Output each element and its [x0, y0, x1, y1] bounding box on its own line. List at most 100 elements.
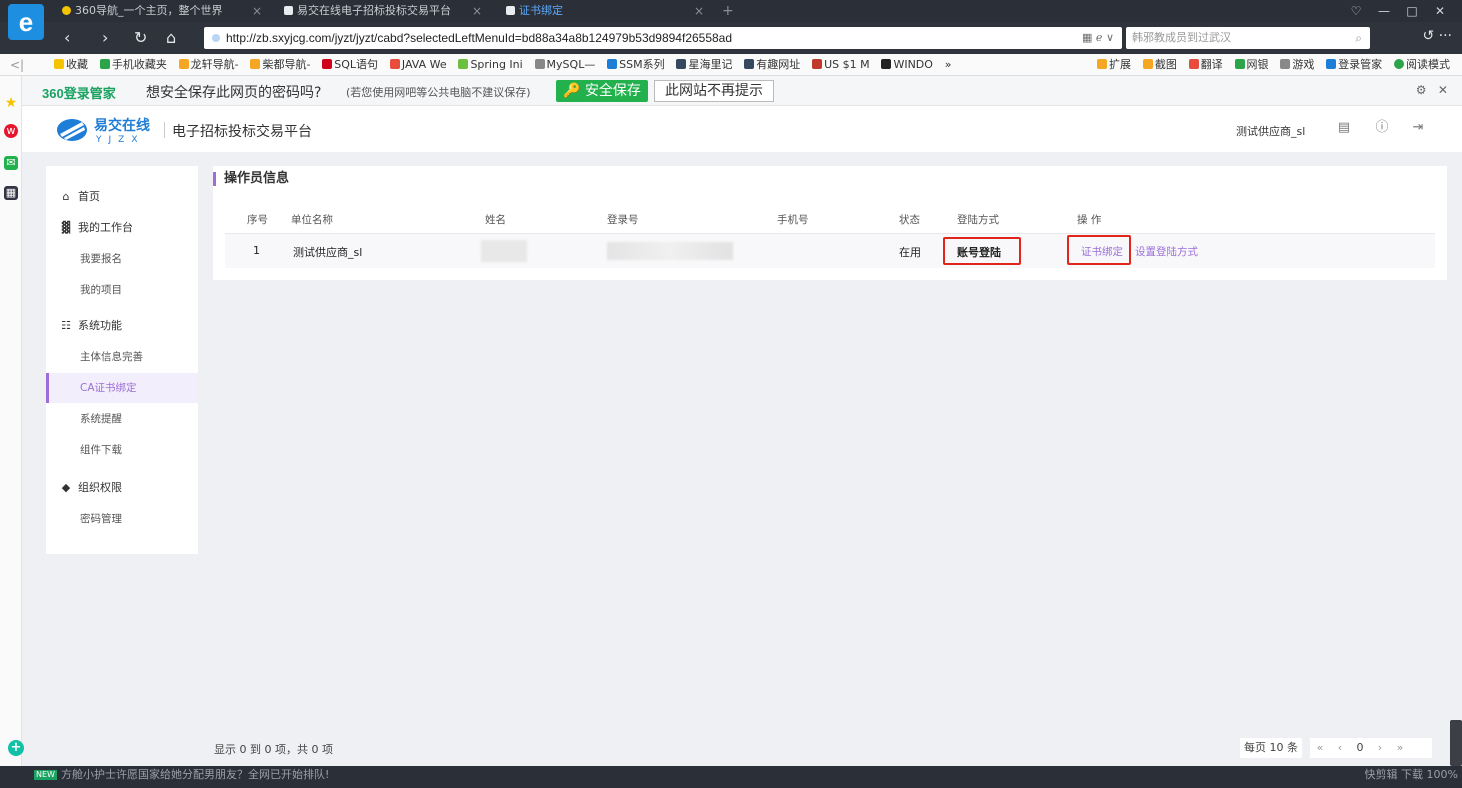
tab-close-icon[interactable]: × — [252, 0, 262, 22]
floating-plus-icon[interactable]: + — [8, 740, 24, 756]
menu-item-workbench[interactable]: ▓ 我的工作台 — [46, 213, 198, 243]
fav-tool[interactable]: 游戏 — [1280, 54, 1314, 75]
close-password-bar-icon[interactable]: ⚙ ✕ — [1416, 83, 1448, 97]
col-status: 状态 — [899, 214, 920, 226]
fav-item[interactable]: Spring Ini — [458, 54, 523, 75]
fav-item[interactable]: MySQL— — [534, 54, 595, 75]
message-icon[interactable]: ▤ — [1336, 120, 1352, 136]
fav-tool[interactable]: 截图 — [1142, 54, 1177, 75]
menu-item-signup[interactable]: 我要报名 — [46, 244, 198, 274]
prev-page-button[interactable]: ‹ — [1330, 738, 1350, 758]
status-tools[interactable]: 快剪辑 下载 100% — [1365, 766, 1458, 784]
help-icon[interactable]: ⓘ — [1374, 120, 1390, 136]
skin-icon[interactable]: ♡ — [1342, 0, 1370, 22]
status-news[interactable]: NEW 方舱小护士许愿国家给她分配男朋友？全网已开始排队! — [34, 766, 329, 784]
home-icon[interactable]: ⌂ — [166, 28, 176, 48]
fav-tool[interactable]: 登录管家 — [1326, 54, 1382, 75]
fav-tool[interactable]: 翻译 — [1188, 54, 1223, 75]
browser-logo-icon[interactable]: e — [8, 4, 44, 40]
current-page[interactable]: 0 — [1350, 738, 1370, 758]
page-nav: «‹ 0 ›» — [1310, 738, 1432, 758]
fav-tool[interactable]: 网银 — [1234, 54, 1269, 75]
col-login: 登录号 — [607, 214, 639, 226]
first-page-button[interactable]: « — [1310, 738, 1330, 758]
current-user[interactable]: 测试供应商_sl — [1236, 123, 1305, 139]
back-icon[interactable]: ‹ — [64, 28, 70, 48]
fav-item[interactable]: 手机收藏夹 — [99, 54, 167, 75]
menu-item-password[interactable]: 密码管理 — [46, 504, 198, 534]
browser-tab[interactable]: 360导航_一个主页，整个世界 — [50, 0, 268, 22]
next-page-button[interactable]: › — [1370, 738, 1390, 758]
fav-item[interactable]: 龙轩导航- — [178, 54, 239, 75]
menu-item-org-perm[interactable]: ◆ 组织权限 — [46, 473, 198, 503]
fav-item[interactable]: JAVA We — [389, 54, 447, 75]
fav-item[interactable]: 收藏 — [54, 54, 88, 75]
tab-title: 360导航_一个主页，整个世界 — [75, 4, 223, 17]
set-login-method-link[interactable]: 设置登陆方式 — [1135, 244, 1198, 259]
col-login-method: 登陆方式 — [957, 214, 999, 226]
weibo-icon[interactable]: w — [4, 124, 18, 138]
col-actions: 操 作 — [1077, 214, 1102, 226]
mail-icon[interactable]: ✉ — [4, 156, 18, 170]
fav-item[interactable]: US $1 M — [812, 54, 870, 75]
logout-icon[interactable]: ⇥ — [1410, 120, 1426, 136]
tab-favicon-icon — [284, 6, 293, 15]
close-window-icon[interactable]: ✕ — [1426, 0, 1454, 22]
menu-item-entity-info[interactable]: 主体信息完善 — [46, 342, 198, 372]
menu-item-ca-bind[interactable]: CA证书绑定 — [46, 373, 198, 403]
page-size-select[interactable]: 每页 10 条 — [1240, 738, 1302, 758]
tab-close-icon[interactable]: × — [694, 0, 704, 22]
fav-item[interactable]: 有趣网址 — [744, 54, 800, 75]
cell-index: 1 — [253, 244, 260, 257]
never-remind-button[interactable]: 此网站不再提示 — [654, 80, 774, 102]
cert-bind-link[interactable]: 证书绑定 — [1081, 244, 1123, 259]
forward-icon[interactable]: › — [102, 28, 108, 48]
header-divider — [164, 122, 165, 138]
search-input[interactable]: 韩邪教成员到过武汉 ⌕ — [1126, 27, 1370, 49]
url-text: http://zb.sxyjcg.com/jyzt/jyzt/cabd?sele… — [226, 31, 733, 45]
refresh-icon[interactable]: ↻ — [134, 28, 147, 48]
collapse-icon[interactable]: <| — [10, 54, 24, 75]
last-page-button[interactable]: » — [1390, 738, 1410, 758]
workbench-icon: ▓ — [61, 221, 71, 234]
fav-more[interactable]: » — [945, 54, 952, 75]
fav-tool[interactable]: 扩展 — [1097, 54, 1131, 75]
fav-tool[interactable]: 阅读模式 — [1394, 54, 1450, 75]
new-badge: NEW — [34, 770, 57, 780]
operator-info-panel: 操作员信息 序号 单位名称 姓名 登录号 手机号 状态 登陆方式 操 作 1 测… — [213, 166, 1447, 280]
fav-item[interactable]: SSM系列 — [607, 54, 665, 75]
news-icon[interactable]: ▦ — [4, 186, 18, 200]
browser-sidebar: ★ w ✉ ▦ — [0, 76, 22, 766]
menu-item-projects[interactable]: 我的项目 — [46, 275, 198, 305]
tab-title: 易交在线电子招标投标交易平台 — [297, 4, 451, 17]
star-icon[interactable]: ★ — [4, 96, 18, 110]
menu-item-system[interactable]: ☷ 系统功能 — [46, 311, 198, 341]
fav-item[interactable]: 星海里记 — [676, 54, 732, 75]
tab-close-icon[interactable]: × — [472, 0, 482, 22]
search-icon[interactable]: ⌕ — [1355, 27, 1362, 49]
browser-tab[interactable]: 易交在线电子招标投标交易平台 — [272, 0, 472, 22]
menu-item-home[interactable]: ⌂ 首页 — [46, 182, 198, 212]
menu-item-downloads[interactable]: 组件下载 — [46, 435, 198, 465]
col-phone: 手机号 — [777, 214, 809, 226]
password-hint: (若您使用网吧等公共电脑不建议保存) — [346, 86, 531, 99]
logo-subtext: YJZX — [96, 135, 145, 145]
fav-item[interactable]: SQL语句 — [322, 54, 378, 75]
app-header: 易交在线 YJZX 电子招标投标交易平台 测试供应商_sl ▤ ⓘ ⇥ — [22, 106, 1462, 152]
toolbar-menu-icon[interactable]: ↺ ··· — [1422, 28, 1452, 44]
minimize-icon[interactable]: — — [1370, 0, 1398, 22]
new-tab-button[interactable]: + — [722, 0, 734, 22]
safe-save-button[interactable]: 🔑 安全保存 — [556, 80, 648, 102]
fav-item[interactable]: WINDO — [881, 54, 933, 75]
scrollbar[interactable] — [1450, 720, 1462, 766]
key-icon: 🔑 — [563, 83, 581, 99]
url-tools[interactable]: ▦ ℯ ∨ — [1082, 27, 1114, 49]
cell-login-blurred — [607, 242, 733, 260]
maximize-icon[interactable]: □ — [1398, 0, 1426, 22]
cell-unit: 测试供应商_sl — [293, 246, 363, 259]
browser-tab-active[interactable]: 证书绑定 — [494, 0, 694, 22]
fav-item[interactable]: 柴都导航- — [250, 54, 310, 75]
platform-title: 电子招标投标交易平台 — [172, 124, 312, 140]
menu-item-reminders[interactable]: 系统提醒 — [46, 404, 198, 434]
url-input[interactable]: http://zb.sxyjcg.com/jyzt/jyzt/cabd?sele… — [204, 27, 1122, 49]
